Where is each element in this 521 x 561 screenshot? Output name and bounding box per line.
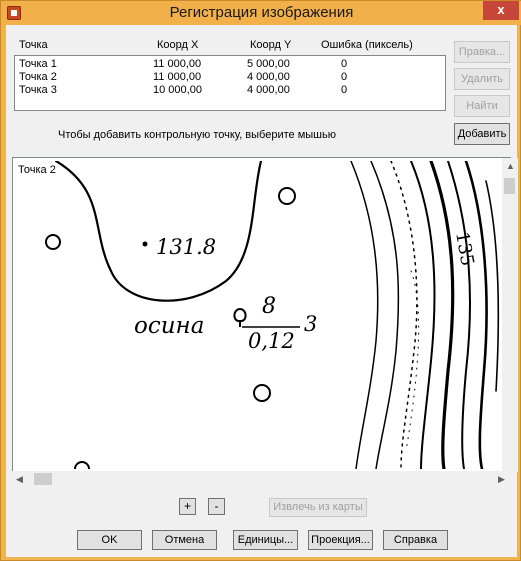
table-row[interactable]: Точка 3 10 000,00 4 000,00 0 bbox=[15, 84, 445, 97]
point-name: Точка 3 bbox=[19, 84, 57, 96]
units-button[interactable]: Единицы... bbox=[233, 530, 298, 550]
projection-button[interactable]: Проекция... bbox=[308, 530, 373, 550]
current-point-label: Точка 2 bbox=[18, 164, 56, 176]
vertical-scrollbar[interactable]: ▲ bbox=[502, 158, 518, 472]
tree-fraction-top: 8 bbox=[262, 294, 276, 319]
point-name: Точка 2 bbox=[19, 71, 57, 83]
registration-dialog: Регистрация изображения x Точка Коорд X … bbox=[0, 0, 521, 561]
scroll-right-icon[interactable]: ▶ bbox=[498, 474, 505, 485]
vertical-scroll-thumb[interactable] bbox=[504, 178, 515, 194]
list-body: Точка 1 11 000,00 5 000,00 0 Точка 2 11 … bbox=[14, 55, 446, 111]
point-error: 0 bbox=[341, 58, 348, 70]
point-y: 4 000,00 bbox=[247, 71, 290, 83]
column-header-error[interactable]: Ошибка (пиксель) bbox=[321, 39, 413, 51]
point-error: 0 bbox=[341, 71, 348, 83]
column-header-y[interactable]: Коорд Y bbox=[250, 39, 291, 51]
point-x: 11 000,00 bbox=[153, 71, 202, 83]
help-button[interactable]: Справка bbox=[383, 530, 448, 550]
point-x: 11 000,00 bbox=[153, 58, 202, 70]
tree-label: осина bbox=[134, 313, 204, 339]
scroll-up-icon[interactable]: ▲ bbox=[506, 161, 515, 171]
tree-fraction-bottom: 0,12 bbox=[248, 329, 295, 353]
column-header-point[interactable]: Точка bbox=[19, 39, 48, 51]
ok-button[interactable]: OK bbox=[77, 530, 142, 550]
table-row[interactable]: Точка 1 11 000,00 5 000,00 0 bbox=[15, 58, 445, 71]
dialog-body: Точка Коорд X Коорд Y Ошибка (пиксель) Т… bbox=[6, 25, 518, 557]
point-x: 10 000,00 bbox=[153, 84, 202, 96]
scroll-left-icon[interactable]: ◀ bbox=[16, 474, 23, 485]
horizontal-scrollbar[interactable]: ◀ ▶ bbox=[12, 471, 511, 487]
close-button[interactable]: x bbox=[483, 1, 519, 20]
horizontal-scroll-thumb[interactable] bbox=[34, 473, 52, 485]
map-image[interactable]: 131.8 135 осина 8 0,12 3 bbox=[16, 161, 500, 469]
zoom-in-button[interactable]: + bbox=[179, 498, 196, 515]
point-y: 5 000,00 bbox=[247, 58, 290, 70]
window-title: Регистрация изображения bbox=[169, 4, 354, 21]
zoom-out-button[interactable]: - bbox=[208, 498, 225, 515]
table-row[interactable]: Точка 2 11 000,00 4 000,00 0 bbox=[15, 71, 445, 84]
tree-count: 3 bbox=[304, 312, 317, 336]
list-header: Точка Коорд X Коорд Y Ошибка (пиксель) bbox=[14, 39, 446, 55]
point-y: 4 000,00 bbox=[247, 84, 290, 96]
add-button[interactable]: Добавить bbox=[454, 123, 510, 145]
title-bar[interactable]: Регистрация изображения x bbox=[1, 1, 521, 25]
map-view[interactable]: 131.8 135 осина 8 0,12 3 Точка 2 ▲ bbox=[12, 157, 518, 473]
point-name: Точка 1 bbox=[19, 58, 57, 70]
column-header-x[interactable]: Коорд X bbox=[157, 39, 198, 51]
hint-text: Чтобы добавить контрольную точку, выбери… bbox=[58, 129, 336, 141]
elevation-label: 131.8 bbox=[156, 235, 216, 259]
control-points-list[interactable]: Точка Коорд X Коорд Y Ошибка (пиксель) Т… bbox=[14, 39, 446, 111]
point-error: 0 bbox=[341, 84, 348, 96]
delete-button[interactable]: Удалить bbox=[454, 68, 510, 90]
edit-button[interactable]: Правка... bbox=[454, 41, 510, 63]
find-button[interactable]: Найти bbox=[454, 95, 510, 117]
cancel-button[interactable]: Отмена bbox=[152, 530, 217, 550]
contour-label: 135 bbox=[451, 230, 478, 267]
extract-from-map-button[interactable]: Извлечь из карты bbox=[269, 498, 367, 517]
